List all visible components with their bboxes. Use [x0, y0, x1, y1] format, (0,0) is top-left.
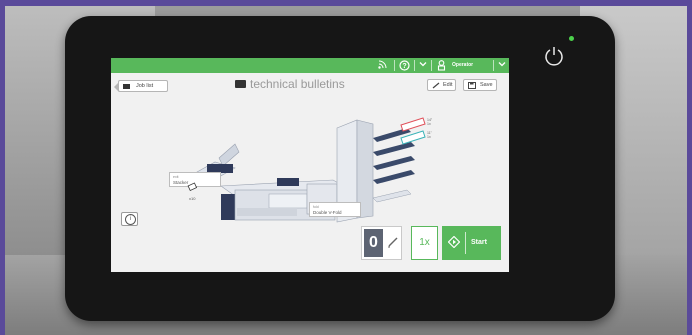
power-led	[569, 36, 574, 41]
job-list-label: Job list	[136, 83, 154, 89]
feeder-label-1: 14" 1x	[427, 118, 432, 126]
stack-icon	[187, 182, 198, 192]
photo-frame-right	[687, 0, 692, 335]
start-icon	[448, 236, 460, 248]
separator	[394, 60, 395, 71]
edit-label: Edit	[443, 82, 453, 88]
fold-tag[interactable]: fold Double V-Fold	[309, 202, 361, 217]
rss-icon[interactable]	[377, 60, 387, 71]
envelope-icon	[235, 80, 246, 88]
list-icon	[123, 84, 130, 89]
operator-label[interactable]: Operator	[452, 60, 473, 71]
power-button-icon[interactable]	[543, 45, 565, 67]
svg-text:?: ?	[402, 63, 406, 70]
job-title: technical bulletins	[235, 77, 345, 91]
feeder-2-count: 1x	[427, 135, 431, 139]
info-button[interactable]: i	[121, 212, 138, 226]
fold-label: Double V-Fold	[313, 210, 342, 215]
start-label: Start	[471, 239, 487, 246]
separator	[493, 60, 494, 71]
counter-widget[interactable]: 0	[361, 226, 402, 260]
touchscreen: ? Operator Job list technical bulletins …	[111, 58, 509, 272]
user-icon[interactable]	[437, 60, 446, 71]
chevron-down-icon[interactable]	[418, 60, 427, 71]
feeder-label-2: 11" 1x	[427, 131, 432, 139]
multiplier-button[interactable]: 1x	[411, 226, 438, 260]
job-list-button[interactable]: Job list	[114, 80, 168, 92]
edit-button[interactable]: Edit	[427, 79, 456, 91]
save-button[interactable]: Save	[463, 79, 497, 91]
separator	[414, 60, 415, 71]
pencil-icon[interactable]	[386, 235, 400, 249]
floppy-icon	[468, 82, 476, 89]
machine-display	[277, 178, 299, 186]
counter-value: 0	[364, 229, 383, 257]
help-icon[interactable]: ?	[399, 60, 410, 71]
stack-count: x10	[189, 196, 196, 201]
separator	[431, 60, 432, 71]
machine-diagram: exit Stacker x10 fold Double V-Fold 14" …	[111, 98, 509, 228]
start-button[interactable]: Start	[442, 226, 501, 260]
feeder-documents	[400, 117, 426, 145]
pencil-icon	[432, 82, 440, 89]
save-label: Save	[480, 82, 493, 88]
feeder-1-count: 1x	[427, 122, 431, 126]
status-bar: ? Operator	[111, 58, 509, 73]
separator	[465, 232, 466, 254]
job-title-text: technical bulletins	[250, 77, 345, 91]
info-icon: i	[125, 214, 136, 225]
stacker-label: Stacker	[173, 180, 189, 185]
chevron-down-icon[interactable]	[497, 60, 506, 71]
